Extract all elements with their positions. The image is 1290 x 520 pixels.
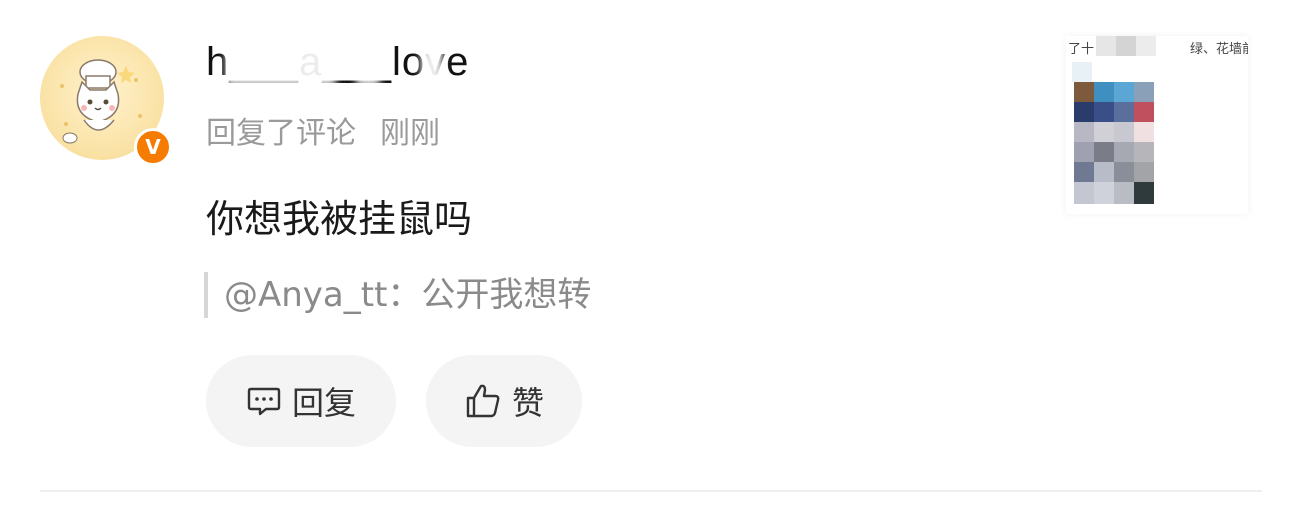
username-wrapper[interactable]: h___a___love — [206, 32, 506, 92]
quoted-comment[interactable]: @Anya_tt：公开我想转 — [204, 272, 591, 318]
like-button[interactable]: 赞 — [426, 355, 582, 447]
timestamp: 刚刚 — [380, 116, 440, 151]
reply-label: 回复 — [291, 384, 356, 422]
thumbnail-image — [1072, 36, 1156, 204]
comment-text: 你想我被挂鼠吗 — [206, 197, 473, 241]
like-label: 赞 — [511, 384, 544, 422]
username-blur-mask — [226, 36, 336, 86]
comment-icon — [247, 387, 281, 416]
divider — [40, 490, 1262, 492]
username-blur-mask — [356, 36, 380, 86]
thumbs-up-icon — [466, 384, 500, 418]
reply-button[interactable]: 回复 — [206, 355, 396, 447]
comment-meta: 回复了评论 刚刚 — [206, 112, 440, 156]
post-thumbnail[interactable]: 了十 绿、花墙前 — [1066, 36, 1248, 214]
username-blur-mask — [421, 36, 443, 86]
action-text: 回复了评论 — [206, 116, 356, 151]
verified-badge: V — [134, 128, 172, 166]
